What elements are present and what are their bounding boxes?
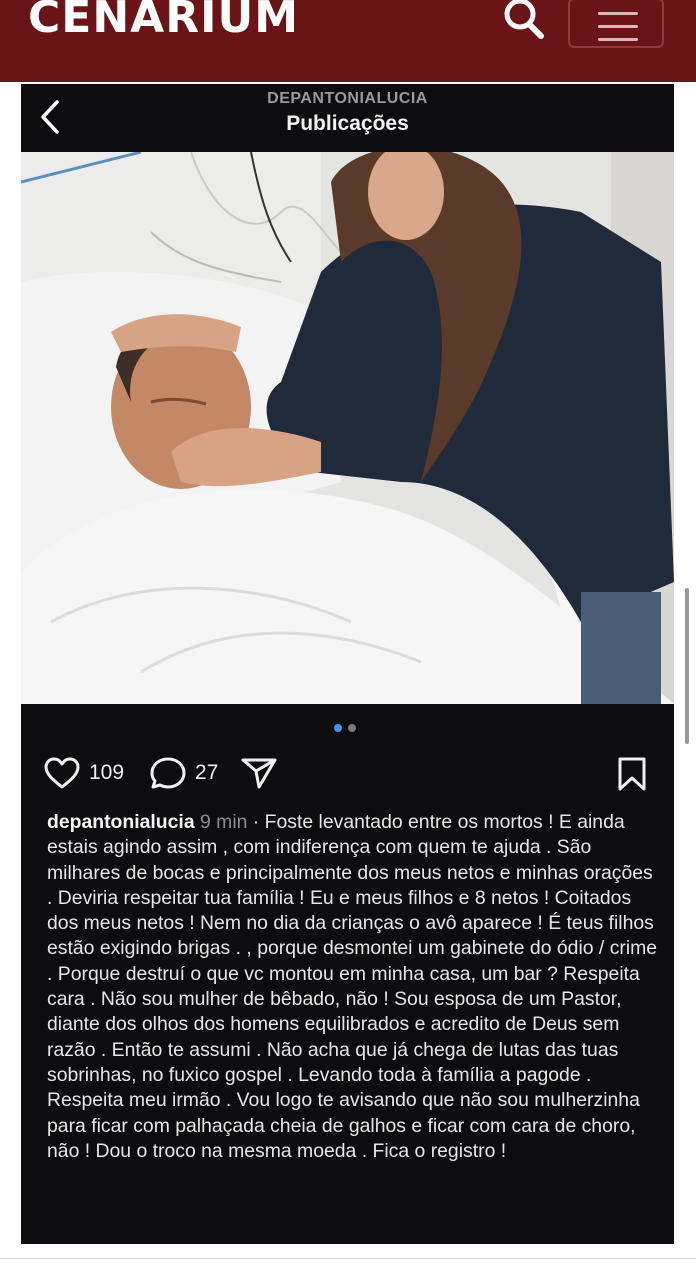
page-scrollbar[interactable] [685, 588, 689, 744]
caption-text: · Foste levantado entre os mortos ! E ai… [47, 811, 658, 1162]
caption-username[interactable]: depantonialucia [47, 811, 195, 833]
caption-timestamp: 9 min [200, 811, 248, 833]
instagram-post: DEPANTONIALUCIA Publicações 109 27 depan… [21, 84, 674, 1244]
like-count: 109 [89, 761, 125, 784]
divider [0, 1258, 696, 1259]
action-bar: 109 27 [21, 752, 674, 792]
carousel-dot-active [334, 724, 342, 732]
like-button[interactable] [43, 756, 83, 790]
comment-icon [150, 757, 186, 789]
share-button[interactable] [239, 756, 279, 790]
hamburger-icon [598, 12, 638, 15]
site-header: CENARIUM [0, 0, 696, 82]
save-button[interactable] [615, 756, 649, 792]
bookmark-icon [618, 757, 646, 791]
hospital-photo [21, 152, 674, 704]
site-logo[interactable]: CENARIUM [28, 0, 299, 43]
post-header: DEPANTONIALUCIA Publicações [21, 84, 674, 152]
carousel-dot [348, 724, 356, 732]
send-icon [241, 758, 277, 789]
comment-count: 27 [195, 761, 219, 784]
menu-button[interactable] [568, 0, 664, 48]
carousel-indicator[interactable] [334, 724, 364, 734]
page-title: Publicações [286, 112, 409, 135]
heart-icon [44, 757, 80, 789]
search-button[interactable] [496, 0, 550, 44]
profile-username: DEPANTONIALUCIA [267, 90, 428, 107]
post-caption: depantonialucia 9 min · Foste levantado … [47, 810, 659, 1164]
search-icon [504, 0, 544, 39]
post-photo[interactable] [21, 152, 674, 704]
comment-button[interactable] [149, 756, 189, 790]
